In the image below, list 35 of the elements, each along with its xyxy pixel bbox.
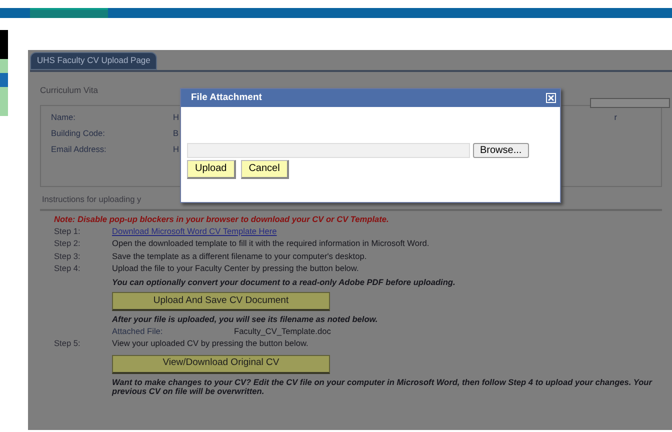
close-icon[interactable] <box>546 93 556 103</box>
step-label: Step 3: <box>54 252 82 263</box>
field-value: r <box>614 112 617 124</box>
file-label: Attached File: <box>112 326 164 338</box>
field-value: H <box>173 144 179 156</box>
warning-note: Note: Disable pop-up blockers in your browser to download your CV or CV Template. <box>53 213 390 225</box>
hint-text: You can optionally convert your document to a read-only Adobe PDF before uploading. <box>112 276 456 289</box>
action-button[interactable]: View/Download Original CV <box>112 354 330 374</box>
input-field[interactable] <box>590 98 670 108</box>
step-text: Save the template as a different filename to your computer's desktop. <box>112 252 367 263</box>
field-label: Building Code: <box>51 128 106 140</box>
page-tab[interactable]: UHS Faculty CV Upload Page <box>30 52 158 70</box>
section-title: Curriculum Vita <box>40 86 98 96</box>
browse-button[interactable]: Browse... <box>473 143 529 158</box>
hint-text: After your file is uploaded, you will see its filename as noted below. <box>112 314 379 326</box>
step-text: View your uploaded CV by pressing the button below. <box>112 339 308 350</box>
template-link[interactable]: Download Microsoft Word CV Template Here <box>112 226 277 240</box>
hint-text: Want to make changes to your CV? Edit the CV file on your computer in Microsoft Word, then follow Step 4 to upload your changes. Your previous CV on file will be overwritten. <box>112 376 652 398</box>
step-label: Step 2: <box>54 239 82 250</box>
field-label: Name: <box>51 112 76 124</box>
step-label: Step 4: <box>54 264 82 276</box>
file-path-field[interactable] <box>187 143 470 158</box>
dialog-title: File Attachment <box>191 92 262 104</box>
dialog-button[interactable]: Cancel <box>240 160 289 179</box>
step-label: Step 1: <box>54 226 82 238</box>
step-text: Upload the file to your Faculty Center by pressing the button below. <box>112 264 359 276</box>
field-label: Email Address: <box>51 144 108 156</box>
field-value: H <box>173 112 179 124</box>
file-name: Faculty_CV_Template.doc <box>234 326 331 338</box>
field-value: B <box>173 128 179 140</box>
dialog-button[interactable]: Upload <box>187 160 236 179</box>
action-button[interactable]: Upload And Save CV Document <box>112 292 330 312</box>
step-label: Step 5: <box>54 339 82 350</box>
instructions-heading: Instructions for uploading y <box>42 194 142 204</box>
step-text: Open the downloaded template to fill it with the required information in Microsoft Word. <box>112 239 430 250</box>
